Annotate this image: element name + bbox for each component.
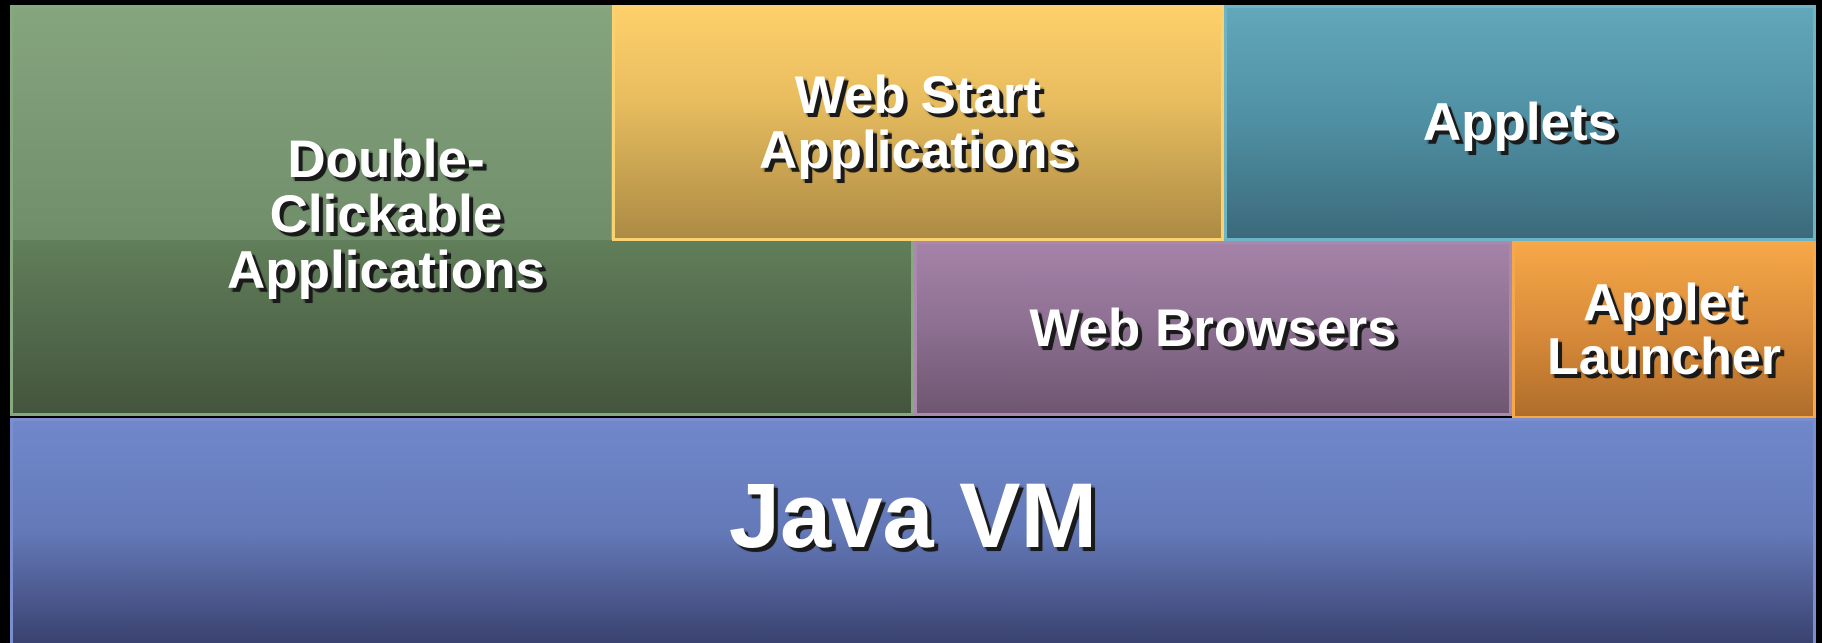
applet-launcher-block: Applet Launcher (1512, 241, 1816, 419)
applet-launcher-label: Applet Launcher (1546, 273, 1782, 386)
applets-label: Applets (1422, 93, 1618, 153)
web-browsers-block: Web Browsers (914, 241, 1512, 416)
web-start-applications-label: Web Start Applications (758, 65, 1078, 180)
double-clickable-applications-block-bottom (10, 240, 914, 416)
web-start-applications-block: Web Start Applications (612, 5, 1224, 241)
double-clickable-applications-block-top (10, 5, 614, 245)
applets-block: Applets (1224, 5, 1816, 241)
java-vm-label: Java VM (728, 465, 1098, 568)
web-browsers-label: Web Browsers (1029, 298, 1397, 358)
java-vm-block: Java VM (10, 418, 1816, 643)
